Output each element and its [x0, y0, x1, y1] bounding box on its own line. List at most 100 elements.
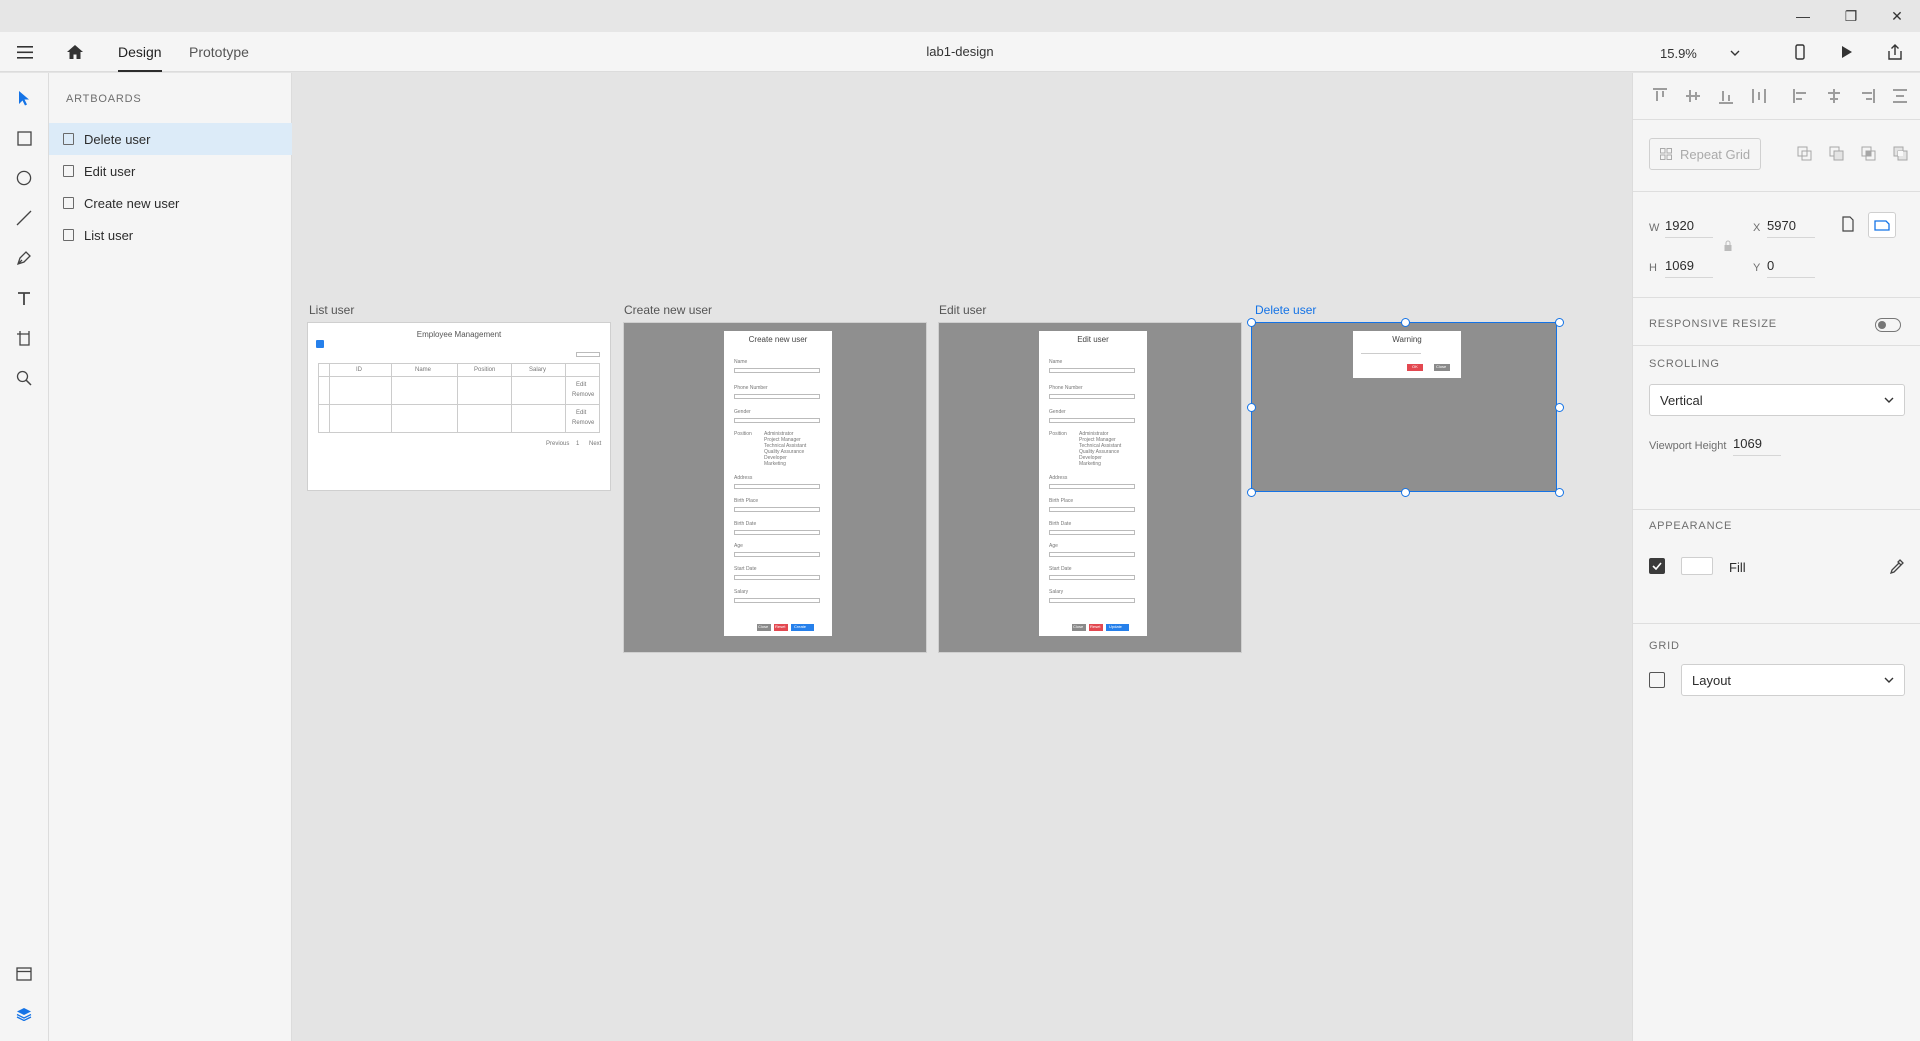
- hamburger-icon: [17, 45, 33, 59]
- play-preview-button[interactable]: [1837, 42, 1857, 62]
- repeat-grid-button[interactable]: Repeat Grid: [1649, 138, 1761, 170]
- landscape-orientation-button[interactable]: [1868, 212, 1896, 238]
- artboard-edit-user[interactable]: Edit user Name Phone Number Gender Posit…: [938, 322, 1242, 653]
- align-top-icon[interactable]: [1651, 87, 1669, 105]
- artboard-list-user[interactable]: Employee Management ID Name Position Sal…: [307, 322, 611, 491]
- viewport-height-input[interactable]: 1069: [1733, 436, 1781, 456]
- close-window-button[interactable]: ✕: [1874, 0, 1920, 32]
- share-button[interactable]: [1885, 42, 1905, 62]
- mini-row-action: Remove: [572, 392, 595, 398]
- resize-handle[interactable]: [1247, 318, 1256, 327]
- select-tool[interactable]: [12, 86, 36, 110]
- mini-pagination-next: Next: [589, 441, 602, 447]
- layer-item-delete-user[interactable]: Delete user: [49, 123, 292, 155]
- tab-design[interactable]: Design: [118, 32, 162, 72]
- artboard-page-icon: [63, 133, 74, 145]
- zoom-dropdown[interactable]: 15.9%: [1660, 42, 1740, 64]
- mini-field-label: Birth Date: [1049, 521, 1072, 527]
- align-middle-icon[interactable]: [1684, 87, 1702, 105]
- viewport-height-label: Viewport Height: [1649, 440, 1727, 452]
- resize-handle[interactable]: [1555, 318, 1564, 327]
- mini-option: Marketing: [764, 461, 786, 467]
- ellipse-icon: [16, 170, 32, 186]
- align-left-icon[interactable]: [1792, 87, 1810, 105]
- eyedropper-icon[interactable]: [1889, 558, 1905, 574]
- scrolling-dropdown[interactable]: Vertical: [1649, 384, 1905, 416]
- minimize-icon: —: [1796, 8, 1810, 24]
- artboard-tool[interactable]: [12, 326, 36, 350]
- design-canvas[interactable]: List user Employee Management ID Name Po…: [292, 73, 1632, 1041]
- tab-prototype[interactable]: Prototype: [189, 32, 249, 72]
- boolean-exclude-icon[interactable]: [1893, 146, 1909, 162]
- zoom-tool[interactable]: [12, 366, 36, 390]
- fill-label: Fill: [1729, 560, 1746, 575]
- resize-handle[interactable]: [1247, 488, 1256, 497]
- y-input[interactable]: 0: [1767, 258, 1815, 278]
- mini-field: [1049, 530, 1135, 535]
- resize-handle[interactable]: [1247, 403, 1256, 412]
- mini-field: [734, 552, 820, 557]
- mini-field-label: Start Date: [1049, 566, 1072, 572]
- rectangle-tool[interactable]: [12, 126, 36, 150]
- artboard-label-create-new-user[interactable]: Create new user: [624, 303, 712, 317]
- mini-field-label: Age: [1049, 543, 1058, 549]
- mini-field-label: Name: [1049, 359, 1063, 365]
- line-tool[interactable]: [12, 206, 36, 230]
- fill-checkbox[interactable]: [1649, 558, 1665, 574]
- artboard-label-delete-user[interactable]: Delete user: [1255, 303, 1316, 317]
- layer-label: Create new user: [84, 195, 180, 211]
- artboard-delete-user[interactable]: Warning OK Close: [1251, 322, 1557, 492]
- resize-handle[interactable]: [1555, 488, 1564, 497]
- mini-column-header: Position: [474, 367, 496, 373]
- maximize-button[interactable]: ❐: [1828, 0, 1874, 32]
- minimize-button[interactable]: —: [1780, 0, 1826, 32]
- artboard-create-new-user[interactable]: Create new user Name Phone Number Gender…: [623, 322, 927, 653]
- responsive-resize-section: RESPONSIVE RESIZE: [1633, 297, 1920, 345]
- grid-checkbox[interactable]: [1649, 672, 1665, 688]
- align-right-icon[interactable]: [1858, 87, 1876, 105]
- landscape-orientation-icon: [1874, 220, 1890, 231]
- layer-item-create-new-user[interactable]: Create new user: [49, 187, 292, 219]
- grid-heading: GRID: [1649, 640, 1680, 652]
- responsive-resize-toggle[interactable]: [1875, 318, 1901, 332]
- x-input[interactable]: 5970: [1767, 218, 1815, 238]
- pen-tool[interactable]: [12, 246, 36, 270]
- hamburger-menu-button[interactable]: [15, 42, 35, 62]
- distribute-vertical-icon[interactable]: [1891, 87, 1909, 105]
- layer-item-edit-user[interactable]: Edit user: [49, 155, 292, 187]
- grid-type-dropdown[interactable]: Layout: [1681, 664, 1905, 696]
- device-preview-button[interactable]: [1790, 42, 1810, 62]
- mini-dialog-title: Warning: [1392, 335, 1422, 344]
- ellipse-tool[interactable]: [12, 166, 36, 190]
- lock-aspect-icon[interactable]: [1723, 240, 1733, 252]
- fill-color-swatch[interactable]: [1681, 557, 1713, 575]
- mini-field-label: Name: [734, 359, 748, 365]
- layers-panel-button[interactable]: [12, 1002, 36, 1026]
- assets-panel-button[interactable]: [12, 962, 36, 986]
- layer-item-list-user[interactable]: List user: [49, 219, 292, 251]
- close-icon: ✕: [1891, 7, 1903, 24]
- boolean-subtract-icon[interactable]: [1829, 146, 1845, 162]
- text-tool[interactable]: [12, 286, 36, 310]
- artboard-label-edit-user[interactable]: Edit user: [939, 303, 986, 317]
- tools-panel: [0, 73, 49, 1041]
- mini-field: [1049, 507, 1135, 512]
- boolean-add-icon[interactable]: [1797, 146, 1813, 162]
- property-inspector: Repeat Grid W 1920 X 5970 H 1069 Y 0 RES…: [1632, 73, 1920, 1041]
- width-input[interactable]: 1920: [1665, 218, 1713, 238]
- height-input[interactable]: 1069: [1665, 258, 1713, 278]
- play-icon: [1842, 46, 1852, 58]
- mini-row-action: Remove: [572, 420, 595, 426]
- grid-type-value: Layout: [1692, 672, 1732, 688]
- resize-handle[interactable]: [1401, 488, 1410, 497]
- resize-handle[interactable]: [1555, 403, 1564, 412]
- portrait-orientation-icon[interactable]: [1841, 216, 1855, 232]
- resize-handle[interactable]: [1401, 318, 1410, 327]
- boolean-intersect-icon[interactable]: [1861, 146, 1877, 162]
- align-center-icon[interactable]: [1825, 87, 1843, 105]
- artboard-label-list-user[interactable]: List user: [309, 303, 354, 317]
- align-bottom-icon[interactable]: [1717, 87, 1735, 105]
- home-button[interactable]: [65, 42, 85, 62]
- artboards-panel: ARTBOARDS Delete user Edit user Create n…: [49, 73, 292, 1041]
- distribute-horizontal-icon[interactable]: [1750, 87, 1768, 105]
